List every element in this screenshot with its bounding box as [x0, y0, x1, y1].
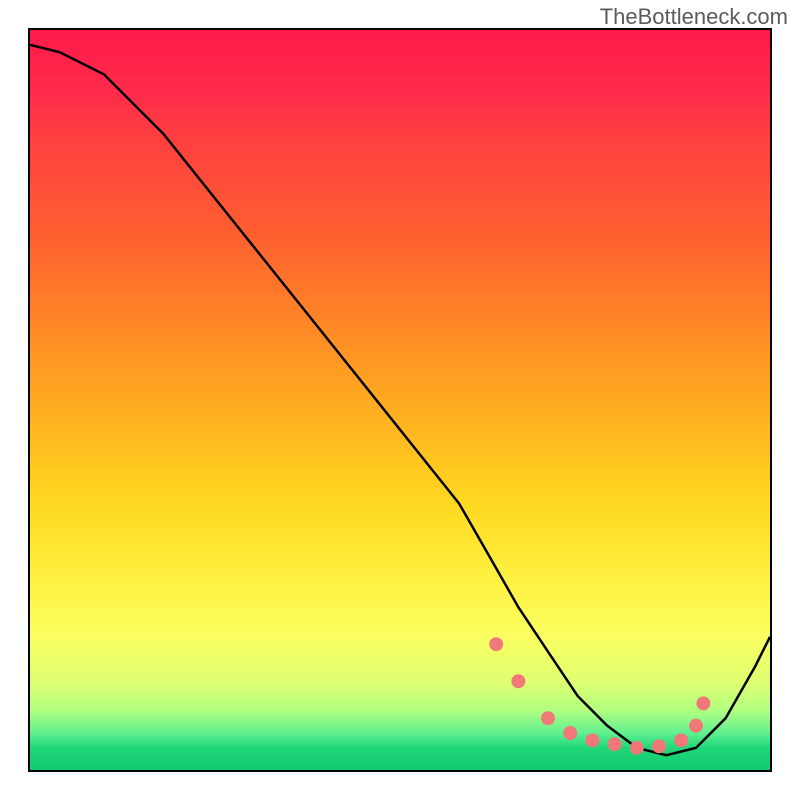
highlight-dot [696, 696, 710, 710]
highlight-dot [674, 733, 688, 747]
highlight-dot [608, 737, 622, 751]
bottleneck-curve-path [30, 45, 770, 755]
highlight-dot [489, 637, 503, 651]
highlight-dot [585, 733, 599, 747]
watermark-text: TheBottleneck.com [600, 4, 788, 30]
highlight-dot [689, 719, 703, 733]
highlight-dot [652, 739, 666, 753]
chart-svg [30, 30, 770, 770]
highlight-dots-group [489, 637, 710, 755]
highlight-dot [541, 711, 555, 725]
highlight-dot [630, 741, 644, 755]
plot-area [28, 28, 772, 772]
highlight-dot [563, 726, 577, 740]
highlight-dot [511, 674, 525, 688]
